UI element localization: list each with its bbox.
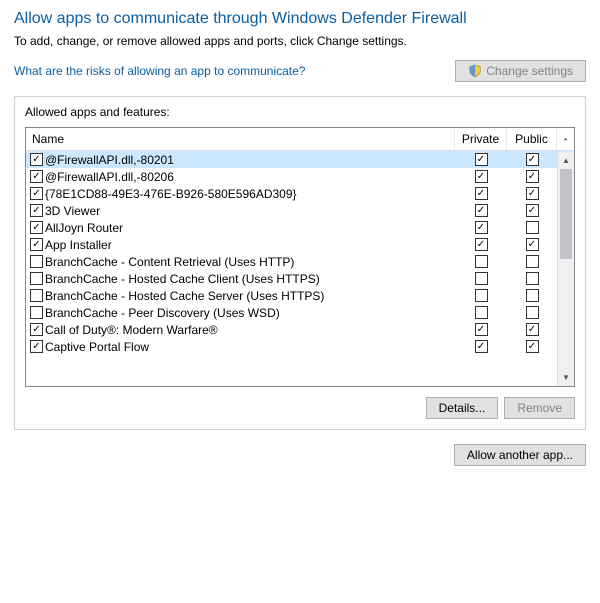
public-checkbox[interactable]	[526, 204, 539, 217]
table-row[interactable]: {78E1CD88-49E3-476E-B926-580E596AD309}	[26, 185, 574, 202]
private-checkbox[interactable]	[475, 340, 488, 353]
enable-checkbox[interactable]	[30, 170, 43, 183]
enable-checkbox[interactable]	[30, 289, 43, 302]
private-checkbox[interactable]	[475, 289, 488, 302]
private-checkbox[interactable]	[475, 255, 488, 268]
table-row[interactable]: 3D Viewer	[26, 202, 574, 219]
apps-table: Name Private Public @FirewallAPI.dll,-80…	[25, 127, 575, 387]
enable-checkbox[interactable]	[30, 323, 43, 336]
public-checkbox[interactable]	[526, 340, 539, 353]
private-checkbox[interactable]	[475, 221, 488, 234]
page-title: Allow apps to communicate through Window…	[14, 10, 586, 28]
scroll-up-header-icon[interactable]	[557, 128, 574, 150]
table-row[interactable]: BranchCache - Content Retrieval (Uses HT…	[26, 253, 574, 270]
scroll-up-icon[interactable]: ▲	[558, 152, 574, 169]
enable-checkbox[interactable]	[30, 187, 43, 200]
app-name: BranchCache - Hosted Cache Client (Uses …	[45, 272, 320, 286]
column-private[interactable]: Private	[455, 128, 507, 150]
shield-icon	[468, 64, 482, 78]
details-button[interactable]: Details...	[426, 397, 499, 419]
enable-checkbox[interactable]	[30, 272, 43, 285]
group-label: Allowed apps and features:	[25, 105, 575, 119]
table-row[interactable]: @FirewallAPI.dll,-80201	[26, 151, 574, 168]
private-checkbox[interactable]	[475, 238, 488, 251]
private-checkbox[interactable]	[475, 204, 488, 217]
app-name: BranchCache - Content Retrieval (Uses HT…	[45, 255, 294, 269]
public-checkbox[interactable]	[526, 289, 539, 302]
private-checkbox[interactable]	[475, 170, 488, 183]
public-checkbox[interactable]	[526, 170, 539, 183]
private-checkbox[interactable]	[475, 153, 488, 166]
public-checkbox[interactable]	[526, 306, 539, 319]
app-name: @FirewallAPI.dll,-80206	[45, 170, 174, 184]
table-row[interactable]: BranchCache - Hosted Cache Server (Uses …	[26, 287, 574, 304]
enable-checkbox[interactable]	[30, 204, 43, 217]
app-name: @FirewallAPI.dll,-80201	[45, 153, 174, 167]
table-row[interactable]: @FirewallAPI.dll,-80206	[26, 168, 574, 185]
scrollbar-thumb[interactable]	[560, 169, 572, 259]
allowed-apps-group: Allowed apps and features: Name Private …	[14, 96, 586, 430]
app-name: Call of Duty®: Modern Warfare®	[45, 323, 218, 337]
page-subtitle: To add, change, or remove allowed apps a…	[14, 34, 586, 48]
table-row[interactable]: BranchCache - Hosted Cache Client (Uses …	[26, 270, 574, 287]
public-checkbox[interactable]	[526, 255, 539, 268]
table-row[interactable]: AllJoyn Router	[26, 219, 574, 236]
private-checkbox[interactable]	[475, 323, 488, 336]
app-name: 3D Viewer	[45, 204, 100, 218]
app-name: App Installer	[45, 238, 112, 252]
private-checkbox[interactable]	[475, 306, 488, 319]
enable-checkbox[interactable]	[30, 340, 43, 353]
enable-checkbox[interactable]	[30, 255, 43, 268]
column-public[interactable]: Public	[507, 128, 557, 150]
app-name: Captive Portal Flow	[45, 340, 149, 354]
change-settings-button[interactable]: Change settings	[455, 60, 586, 82]
app-name: AllJoyn Router	[45, 221, 123, 235]
allow-another-app-button[interactable]: Allow another app...	[454, 444, 586, 466]
app-name: BranchCache - Hosted Cache Server (Uses …	[45, 289, 324, 303]
enable-checkbox[interactable]	[30, 306, 43, 319]
table-row[interactable]: Call of Duty®: Modern Warfare®	[26, 321, 574, 338]
table-row[interactable]: BranchCache - Peer Discovery (Uses WSD)	[26, 304, 574, 321]
remove-button[interactable]: Remove	[504, 397, 575, 419]
public-checkbox[interactable]	[526, 221, 539, 234]
change-settings-label: Change settings	[486, 64, 573, 78]
table-row[interactable]: Captive Portal Flow	[26, 338, 574, 355]
private-checkbox[interactable]	[475, 272, 488, 285]
risks-link[interactable]: What are the risks of allowing an app to…	[14, 64, 305, 78]
public-checkbox[interactable]	[526, 187, 539, 200]
enable-checkbox[interactable]	[30, 238, 43, 251]
public-checkbox[interactable]	[526, 153, 539, 166]
column-name[interactable]: Name	[26, 128, 455, 150]
public-checkbox[interactable]	[526, 323, 539, 336]
scrollbar-track[interactable]	[558, 169, 574, 369]
vertical-scrollbar[interactable]: ▲ ▼	[557, 152, 574, 386]
table-header: Name Private Public	[26, 128, 574, 151]
enable-checkbox[interactable]	[30, 153, 43, 166]
public-checkbox[interactable]	[526, 238, 539, 251]
scroll-down-icon[interactable]: ▼	[558, 369, 574, 386]
enable-checkbox[interactable]	[30, 221, 43, 234]
table-row[interactable]: App Installer	[26, 236, 574, 253]
app-name: {78E1CD88-49E3-476E-B926-580E596AD309}	[45, 187, 297, 201]
private-checkbox[interactable]	[475, 187, 488, 200]
app-name: BranchCache - Peer Discovery (Uses WSD)	[45, 306, 280, 320]
public-checkbox[interactable]	[526, 272, 539, 285]
